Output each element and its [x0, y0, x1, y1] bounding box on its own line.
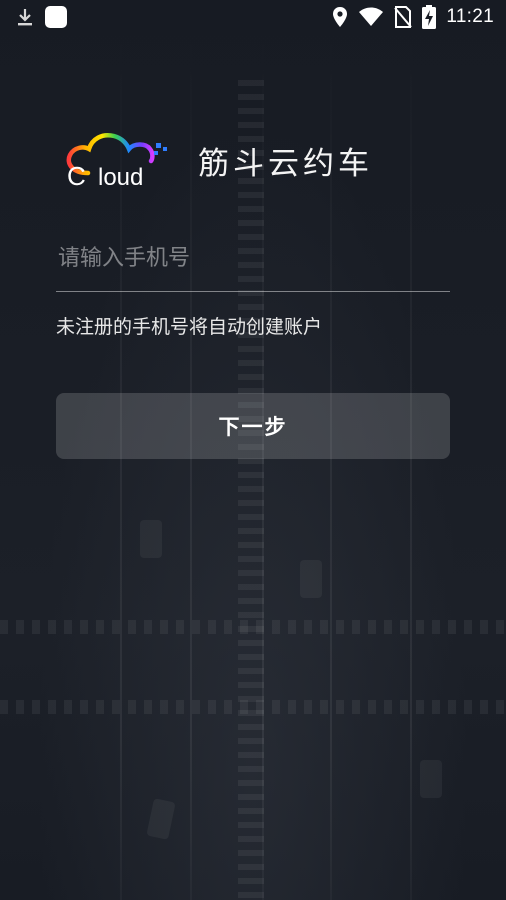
location-icon [332, 6, 348, 28]
register-hint: 未注册的手机号将自动创建账户 [56, 316, 323, 338]
no-sim-icon [394, 6, 413, 28]
phone-input[interactable] [56, 226, 450, 291]
cloud-logo: C loud [62, 127, 174, 193]
app-notification-icon [44, 5, 68, 29]
logo-letter: C [67, 161, 86, 191]
status-bar: 11:21 [0, 0, 506, 34]
status-bar-left [16, 5, 68, 29]
wifi-icon [358, 7, 384, 27]
download-icon [16, 7, 34, 27]
next-button[interactable]: 下一步 [56, 393, 450, 459]
app-title: 筋斗云约车 [198, 145, 373, 182]
status-bar-right: 11:21 [332, 5, 494, 29]
brand-header: C loud 筋斗云约车 [62, 125, 466, 195]
phone-field[interactable] [56, 226, 450, 292]
battery-charging-icon [422, 5, 437, 29]
logo-text: loud [98, 164, 143, 191]
status-time: 11:21 [446, 6, 494, 27]
